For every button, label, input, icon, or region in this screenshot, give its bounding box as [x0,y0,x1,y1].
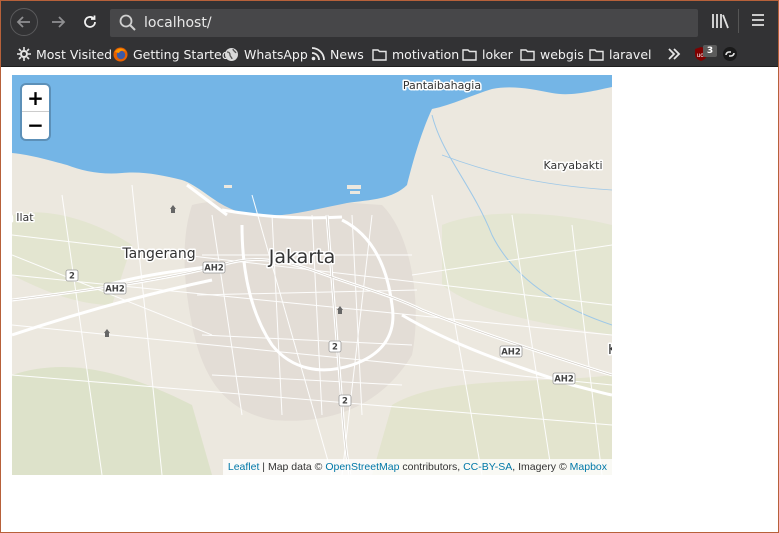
arrow-right-icon [52,16,66,28]
browser-toolbar: localhost/ [1,1,778,41]
svg-text:AH2: AH2 [105,285,125,295]
road-shield-ah2: AH2 [499,345,523,358]
bookmark-getting-started[interactable]: Getting Started [113,45,230,63]
openstreetmap-link[interactable]: OpenStreetMap [325,461,399,473]
url-text: localhost/ [144,15,212,31]
bookmark-folder-webgis[interactable]: webgis [520,45,584,63]
place-label-jakarta: Jakarta [268,246,335,268]
page-content: AH2 AH2 AH2 AH2 2 2 2 Jakarta Tangerang … [1,67,778,532]
svg-text:2: 2 [342,397,348,407]
place-label-edge: K [608,343,612,358]
zoom-out-button[interactable]: − [22,112,49,139]
map-tiles: AH2 AH2 AH2 AH2 2 2 2 Jakarta Tangerang … [12,75,612,475]
reload-icon [84,15,96,28]
back-button[interactable] [10,8,38,36]
extension-badge-count: 3 [703,45,717,57]
attribution-text: | Map data © [259,461,326,473]
svg-text:AH2: AH2 [204,264,224,274]
arrow-left-icon [16,16,30,28]
extension-link-icon[interactable] [722,46,738,62]
search-icon [119,14,136,31]
svg-text:AH2: AH2 [501,348,521,358]
leaflet-link[interactable]: Leaflet [228,461,260,473]
toolbar-separator [738,9,739,33]
leaflet-map[interactable]: AH2 AH2 AH2 AH2 2 2 2 Jakarta Tangerang … [12,75,612,475]
svg-text:AH2: AH2 [554,375,574,385]
bookmark-label: loker [482,46,513,62]
attribution-text: contributors, [399,461,464,473]
map-attribution: Leaflet | Map data © OpenStreetMap contr… [222,459,612,475]
address-bar[interactable]: localhost/ [110,9,698,37]
road-shield-ah2: AH2 [103,282,127,295]
place-label-pantaibahagia: Pantaibahagia [403,79,481,92]
hamburger-menu-icon[interactable] [751,13,765,27]
svg-text:2: 2 [69,272,75,282]
bookmark-label: WhatsApp [244,46,308,62]
folder-icon [520,48,535,61]
firefox-icon [113,47,128,61]
bookmark-label: laravel [609,46,652,62]
place-label-tangerang: Tangerang [121,246,195,262]
license-link[interactable]: CC-BY-SA [463,461,512,473]
folder-icon [462,48,477,61]
bookmark-folder-laravel[interactable]: laravel [589,45,652,63]
folder-icon [589,48,604,61]
bookmark-label: News [330,46,364,62]
road-shield-2: 2 [65,269,79,282]
bookmark-folder-motivation[interactable]: motivation [372,45,459,63]
rss-icon [311,47,325,61]
svg-text:2: 2 [332,343,338,353]
bookmark-label: motivation [392,46,460,62]
bookmarks-toolbar: Most Visited Getting Started WhatsApp Ne… [1,41,778,67]
bookmark-whatsapp[interactable]: WhatsApp [224,45,308,63]
place-label-ilat: a Ilat [12,211,34,224]
road-shield-2: 2 [338,394,352,407]
zoom-in-button[interactable]: + [22,85,49,112]
road-shield-ah2: AH2 [202,261,226,274]
bookmark-most-visited[interactable]: Most Visited [17,45,112,63]
mapbox-link[interactable]: Mapbox [570,461,607,473]
folder-icon [372,48,387,61]
road-shield-ah2: AH2 [552,372,576,385]
forward-button[interactable] [45,9,71,35]
place-label-karyabakti: Karyabakti [544,159,603,172]
bookmark-label: Most Visited [36,46,113,62]
zoom-control: + − [22,85,49,139]
gear-icon [17,47,31,61]
chevron-double-right-icon[interactable] [665,45,683,63]
bookmark-label: webgis [540,46,584,62]
library-icon[interactable] [711,12,729,30]
road-shield-2: 2 [328,340,342,353]
bookmark-label: Getting Started [133,46,230,62]
attribution-text: , Imagery © [512,461,570,473]
bookmark-news[interactable]: News [311,45,364,63]
globe-icon [225,47,238,61]
browser-window: localhost/ Most Visited Getting Started … [0,0,779,533]
bookmark-folder-loker[interactable]: loker [462,45,513,63]
reload-button[interactable] [77,9,103,35]
